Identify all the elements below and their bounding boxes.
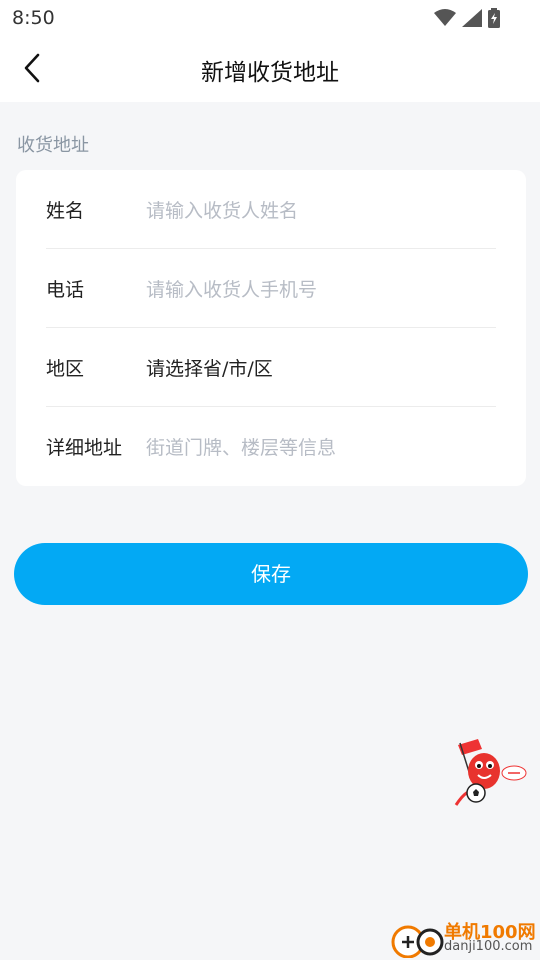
- status-icons: [434, 8, 500, 28]
- section-label: 收货地址: [17, 135, 89, 156]
- app-header: 新增收货地址: [0, 36, 540, 102]
- phone-label: 电话: [46, 279, 85, 301]
- phone-input[interactable]: 请输入收货人手机号: [146, 275, 317, 302]
- watermark-url: danji100.com: [444, 939, 533, 954]
- detail-address-input[interactable]: 街道门牌、楼层等信息: [146, 433, 336, 460]
- watermark-logo: 单机100网 danji100.com: [390, 918, 540, 958]
- name-label: 姓名: [46, 200, 85, 222]
- battery-icon: [488, 8, 500, 28]
- region-row[interactable]: 地区 请选择省/市/区: [46, 328, 496, 407]
- address-form-card: 姓名 请输入收货人姓名 电话 请输入收货人手机号 地区 请选择省/市/区 详细地…: [16, 170, 526, 486]
- save-button[interactable]: 保存: [14, 543, 528, 605]
- mascot-icon: [454, 739, 527, 806]
- wifi-icon: [434, 9, 456, 26]
- name-input[interactable]: 请输入收货人姓名: [146, 196, 298, 223]
- logo-icon: [391, 925, 444, 958]
- page-title: 新增收货地址: [201, 60, 339, 86]
- signal-icon: [462, 9, 482, 27]
- detail-address-row[interactable]: 详细地址 街道门牌、楼层等信息: [46, 407, 496, 486]
- floating-mascot[interactable]: [448, 735, 528, 813]
- region-label: 地区: [46, 358, 85, 380]
- name-row[interactable]: 姓名 请输入收货人姓名: [46, 170, 496, 249]
- detail-address-label: 详细地址: [46, 437, 123, 459]
- status-bar: 8:50: [0, 0, 540, 36]
- phone-row[interactable]: 电话 请输入收货人手机号: [46, 249, 496, 328]
- region-select[interactable]: 请选择省/市/区: [146, 354, 273, 381]
- status-time: 8:50: [12, 7, 55, 29]
